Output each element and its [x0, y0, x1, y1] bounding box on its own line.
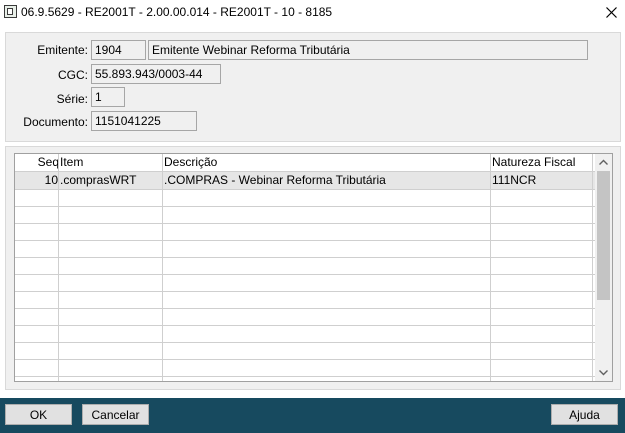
- header-panel: Emitente: 1904 Emitente Webinar Reforma …: [5, 32, 621, 142]
- cgc-label: CGC:: [58, 68, 88, 82]
- row-divider: [15, 223, 595, 224]
- serie-label: Série:: [56, 92, 88, 106]
- row-divider: [15, 376, 595, 377]
- row-divider: [15, 359, 595, 360]
- button-bar: OK Cancelar Ajuda: [0, 398, 625, 433]
- cgc-field[interactable]: 55.893.943/0003-44: [91, 64, 221, 84]
- row-divider: [15, 342, 595, 343]
- row-divider: [15, 189, 595, 190]
- emitente-label: Emitente:: [37, 43, 88, 57]
- close-button[interactable]: [600, 2, 622, 22]
- scroll-down-button[interactable]: [595, 364, 612, 381]
- row-divider: [15, 240, 595, 241]
- cell-seq: 10: [44, 173, 58, 187]
- chevron-up-icon: [599, 159, 608, 165]
- cell-natureza: 111NCR: [492, 173, 537, 187]
- window-app-icon: [4, 5, 17, 18]
- row-divider: [15, 325, 595, 326]
- scroll-up-button[interactable]: [595, 154, 612, 171]
- column-header-seq[interactable]: Seq: [19, 154, 59, 171]
- column-header-descricao[interactable]: Descrição: [164, 154, 217, 171]
- vertical-scrollbar[interactable]: [595, 154, 612, 381]
- column-header-natureza[interactable]: Natureza Fiscal: [492, 154, 575, 171]
- close-icon: [606, 7, 617, 18]
- cell-descricao: .COMPRAS - Webinar Reforma Tributária: [164, 173, 386, 187]
- help-button[interactable]: Ajuda: [551, 404, 618, 425]
- documento-field[interactable]: 1151041225: [91, 111, 197, 131]
- row-divider: [15, 257, 595, 258]
- cancel-button[interactable]: Cancelar: [82, 404, 149, 425]
- items-grid[interactable]: Seq Item Descrição Natureza Fiscal 10 .c…: [14, 153, 613, 382]
- row-divider: [15, 206, 595, 207]
- scrollbar-thumb[interactable]: [597, 171, 610, 300]
- column-header-item[interactable]: Item: [60, 154, 83, 171]
- row-divider: [15, 291, 595, 292]
- row-divider: [15, 274, 595, 275]
- cell-item: .comprasWRT: [60, 173, 137, 187]
- chevron-down-icon: [599, 370, 608, 376]
- row-divider: [15, 171, 595, 172]
- serie-field[interactable]: 1: [91, 87, 125, 107]
- window-title: 06.9.5629 - RE2001T - 2.00.00.014 - RE20…: [21, 5, 333, 19]
- ok-button[interactable]: OK: [5, 404, 72, 425]
- title-bar: 06.9.5629 - RE2001T - 2.00.00.014 - RE20…: [0, 0, 625, 24]
- documento-label: Documento:: [23, 115, 88, 129]
- items-panel: Seq Item Descrição Natureza Fiscal 10 .c…: [5, 146, 621, 390]
- emitente-name-field[interactable]: Emitente Webinar Reforma Tributária: [148, 40, 588, 60]
- row-divider: [15, 308, 595, 309]
- emitente-code-field[interactable]: 1904: [91, 40, 146, 60]
